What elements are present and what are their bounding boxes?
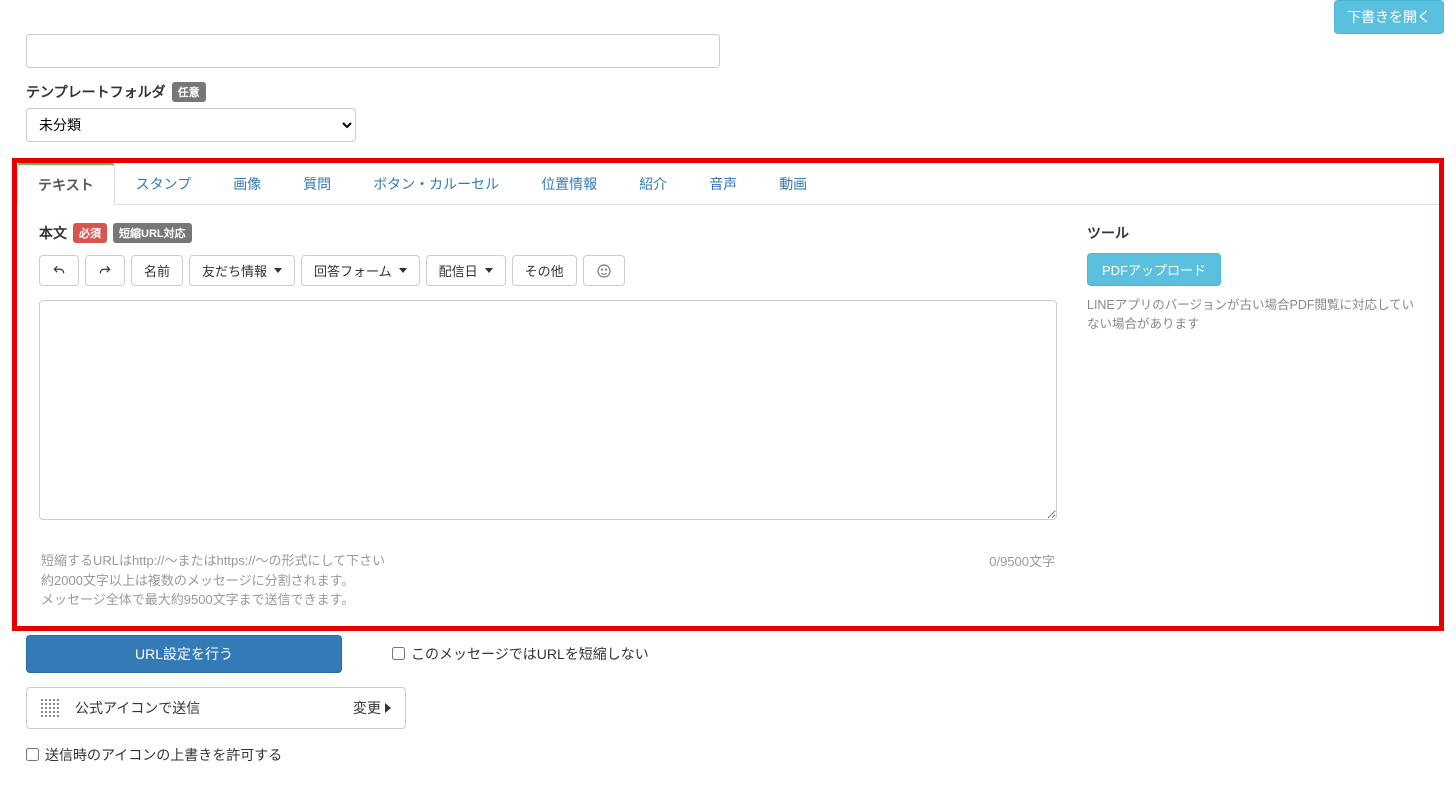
tab-question[interactable]: 質問 <box>282 163 352 205</box>
grid-icon <box>41 699 59 717</box>
no-shorten-checkbox[interactable] <box>392 647 405 660</box>
char-count: 0/9500文字 <box>989 551 1055 570</box>
pdf-note: LINEアプリのバージョンが古い場合PDF閲覧に対応していない場合があります <box>1087 296 1417 334</box>
hint-max: メッセージ全体で最大約9500文字まで送信できます。 <box>41 590 385 610</box>
emoji-button[interactable] <box>583 255 625 286</box>
insert-delivery-date-button[interactable]: 配信日 <box>426 255 506 286</box>
chevron-down-icon <box>399 268 407 273</box>
editor-toolbar: 名前 友だち情報 回答フォーム 配信日 その他 <box>39 255 1057 286</box>
delivery-date-label: 配信日 <box>439 261 478 280</box>
change-label: 変更 <box>353 698 381 718</box>
emoji-icon <box>596 263 612 279</box>
url-settings-button[interactable]: URL設定を行う <box>26 635 342 673</box>
tab-location[interactable]: 位置情報 <box>520 163 618 205</box>
template-folder-text: テンプレートフォルダ <box>26 82 166 102</box>
body-hints: 短縮するURLはhttp://～またはhttps://～の形式にして下さい 約2… <box>41 551 385 610</box>
no-shorten-row[interactable]: このメッセージではURLを短縮しない <box>392 644 649 664</box>
title-input[interactable] <box>26 34 720 68</box>
message-body-textarea[interactable] <box>39 300 1057 520</box>
insert-answer-form-button[interactable]: 回答フォーム <box>301 255 420 286</box>
tab-audio[interactable]: 音声 <box>688 163 758 205</box>
allow-override-row[interactable]: 送信時のアイコンの上書きを許可する <box>26 745 1430 765</box>
chevron-down-icon <box>485 268 493 273</box>
tab-button-carousel[interactable]: ボタン・カルーセル <box>352 163 520 205</box>
short-url-badge: 短縮URL対応 <box>113 223 192 243</box>
tab-stamp[interactable]: スタンプ <box>115 163 213 205</box>
undo-button[interactable] <box>39 255 79 286</box>
template-folder-select[interactable]: 未分類 <box>26 108 356 142</box>
allow-override-label: 送信時のアイコンの上書きを許可する <box>45 745 282 765</box>
insert-friend-info-button[interactable]: 友だち情報 <box>189 255 295 286</box>
tab-video[interactable]: 動画 <box>758 163 828 205</box>
hint-split: 約2000文字以上は複数のメッセージに分割されます。 <box>41 571 385 591</box>
pdf-upload-button[interactable]: PDFアップロード <box>1087 253 1221 286</box>
redo-button[interactable] <box>85 255 125 286</box>
tab-text[interactable]: テキスト <box>17 163 115 205</box>
highlighted-region: テキスト スタンプ 画像 質問 ボタン・カルーセル 位置情報 紹介 音声 動画 … <box>12 158 1444 631</box>
redo-icon <box>98 264 112 278</box>
friend-info-label: 友だち情報 <box>202 261 267 280</box>
tab-introduction[interactable]: 紹介 <box>618 163 688 205</box>
icon-send-box: 公式アイコンで送信 変更 <box>26 687 406 729</box>
tab-image[interactable]: 画像 <box>212 163 282 205</box>
body-label: 本文 <box>39 223 67 243</box>
optional-badge: 任意 <box>172 82 206 102</box>
open-draft-button[interactable]: 下書きを開く <box>1334 0 1444 34</box>
icon-send-label: 公式アイコンで送信 <box>75 698 200 718</box>
undo-icon <box>52 264 66 278</box>
no-shorten-label: このメッセージではURLを短縮しない <box>411 644 649 664</box>
allow-override-checkbox[interactable] <box>26 748 39 761</box>
insert-other-button[interactable]: その他 <box>512 255 577 286</box>
chevron-right-icon <box>385 703 391 713</box>
chevron-down-icon <box>274 268 282 273</box>
template-folder-label: テンプレートフォルダ 任意 <box>6 82 1450 108</box>
required-badge: 必須 <box>73 223 107 243</box>
answer-form-label: 回答フォーム <box>314 261 392 280</box>
change-icon-link[interactable]: 変更 <box>353 698 391 718</box>
content-type-tabs: テキスト スタンプ 画像 質問 ボタン・カルーセル 位置情報 紹介 音声 動画 <box>17 163 1439 205</box>
tools-heading: ツール <box>1087 223 1417 243</box>
hint-url-format: 短縮するURLはhttp://～またはhttps://～の形式にして下さい <box>41 551 385 571</box>
insert-name-button[interactable]: 名前 <box>131 255 183 286</box>
